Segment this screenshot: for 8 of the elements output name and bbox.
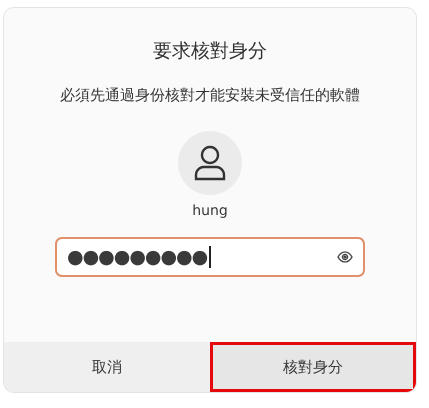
dialog-title: 要求核對身分 — [153, 39, 267, 64]
password-field[interactable]: ●●●●●●●●● — [55, 237, 365, 277]
verify-button[interactable]: 核對身分 — [210, 342, 416, 392]
text-caret — [209, 246, 212, 268]
dialog-message: 必須先通過身份核對才能安裝未受信任的軟體 — [60, 86, 360, 105]
user-name: hung — [192, 203, 228, 219]
cancel-button[interactable]: 取消 — [4, 342, 210, 392]
eye-icon[interactable] — [337, 251, 353, 263]
